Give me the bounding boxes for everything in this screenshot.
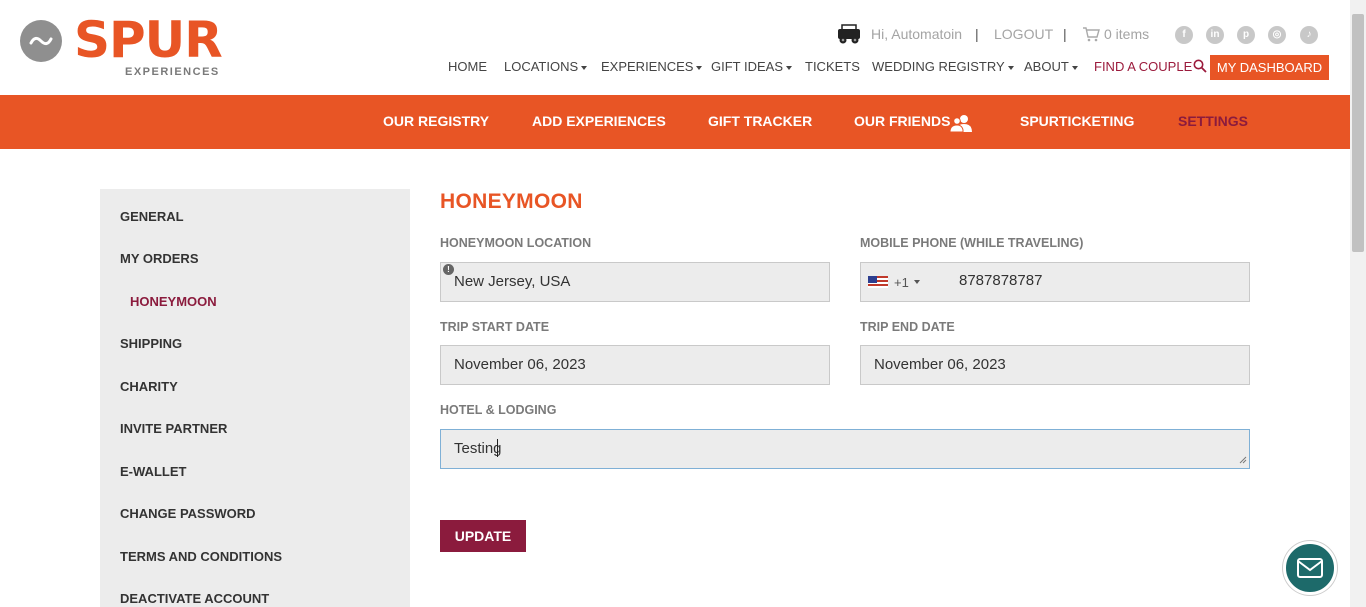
page-title: HONEYMOON: [440, 190, 583, 213]
pinterest-icon[interactable]: p: [1237, 26, 1255, 44]
nav-gift-ideas[interactable]: GIFT IDEAS: [711, 59, 792, 74]
chevron-down-icon: [696, 65, 703, 70]
nav-find-couple[interactable]: FIND A COUPLE: [1094, 59, 1192, 74]
sidebar-item-my-orders[interactable]: MY ORDERS: [120, 251, 199, 266]
nav-about-label: ABOUT: [1024, 59, 1069, 74]
chevron-down-icon: [1007, 65, 1014, 70]
jeep-avatar-icon: [838, 24, 860, 44]
sidebar-item-shipping[interactable]: SHIPPING: [120, 336, 182, 351]
registry-subnav: OUR REGISTRY ADD EXPERIENCES GIFT TRACKE…: [0, 95, 1350, 149]
logout-link[interactable]: LOGOUT: [994, 26, 1053, 42]
cart-count[interactable]: 0 items: [1104, 26, 1149, 42]
sidebar-item-charity[interactable]: CHARITY: [120, 379, 178, 394]
sidebar-item-honeymoon[interactable]: HONEYMOON: [130, 294, 217, 309]
sidebar-item-e-wallet[interactable]: E-WALLET: [120, 464, 186, 479]
nav-experiences-label: EXPERIENCES: [601, 59, 694, 74]
spur-logo[interactable]: SPUR EXPERIENCES: [20, 11, 252, 80]
logo-tagline: EXPERIENCES: [125, 66, 220, 78]
resize-grip-icon[interactable]: [1239, 456, 1247, 464]
divider: |: [975, 26, 979, 42]
update-button[interactable]: UPDATE: [440, 520, 526, 552]
nav-locations[interactable]: LOCATIONS: [504, 59, 588, 74]
chevron-down-icon: [786, 65, 792, 70]
chevron-down-icon: [913, 280, 920, 284]
tab-settings[interactable]: SETTINGS: [1178, 113, 1248, 129]
chevron-down-icon: [1071, 65, 1078, 70]
facebook-icon[interactable]: f: [1175, 26, 1193, 44]
nav-gift-ideas-label: GIFT IDEAS: [711, 59, 783, 74]
nav-wedding-registry-label: WEDDING REGISTRY: [872, 59, 1005, 74]
phone-label: MOBILE PHONE (WHILE TRAVELING): [860, 236, 1084, 250]
settings-sidebar: GENERAL MY ORDERS HONEYMOON SHIPPING CHA…: [100, 189, 410, 607]
tiktok-icon[interactable]: ♪: [1300, 26, 1318, 44]
tab-our-registry[interactable]: OUR REGISTRY: [383, 113, 489, 129]
location-label: HONEYMOON LOCATION: [440, 236, 592, 250]
sidebar-item-invite-partner[interactable]: INVITE PARTNER: [120, 421, 227, 436]
start-date-label: TRIP START DATE: [440, 320, 550, 334]
my-dashboard-button[interactable]: MY DASHBOARD: [1210, 55, 1329, 80]
logo-wordmark: SPUR: [74, 11, 223, 69]
sidebar-item-terms[interactable]: TERMS AND CONDITIONS: [120, 549, 282, 564]
envelope-icon: [1297, 558, 1323, 578]
trip-end-date-input[interactable]: November 06, 2023: [860, 345, 1250, 385]
nav-experiences[interactable]: EXPERIENCES: [601, 59, 703, 74]
hotel-lodging-textarea[interactable]: Testing: [440, 429, 1250, 469]
instagram-icon[interactable]: ◎: [1268, 26, 1286, 44]
chat-button[interactable]: [1283, 541, 1337, 595]
tab-our-friends[interactable]: OUR FRIENDS: [854, 113, 950, 129]
us-flag-icon: [868, 276, 888, 288]
nav-home[interactable]: HOME: [448, 59, 487, 74]
search-icon[interactable]: [1193, 59, 1207, 73]
linkedin-icon[interactable]: in: [1206, 26, 1224, 44]
end-date-label: TRIP END DATE: [860, 320, 955, 334]
trip-start-date-input[interactable]: November 06, 2023: [440, 345, 830, 385]
divider: |: [1063, 26, 1067, 42]
phone-number-value: 8787878787: [959, 272, 1043, 289]
cart-icon[interactable]: [1082, 26, 1100, 42]
chevron-down-icon: [581, 65, 588, 70]
logo-mark-icon: [20, 20, 62, 62]
sidebar-item-change-password[interactable]: CHANGE PASSWORD: [120, 506, 256, 521]
honeymoon-location-input[interactable]: New Jersey, USA: [440, 262, 830, 302]
nav-tickets[interactable]: TICKETS: [805, 59, 860, 74]
nav-wedding-registry[interactable]: WEDDING REGISTRY: [872, 59, 1014, 74]
sidebar-item-deactivate[interactable]: DEACTIVATE ACCOUNT: [120, 591, 269, 606]
text-cursor: [497, 439, 498, 457]
nav-about[interactable]: ABOUT: [1024, 59, 1078, 74]
info-icon[interactable]: !: [443, 264, 454, 275]
tab-spurticketing[interactable]: SPURTICKETING: [1020, 113, 1134, 129]
country-code: +1: [894, 274, 909, 290]
site-header: SPUR EXPERIENCES Hi, Automatoin | LOGOUT…: [0, 0, 1350, 95]
hotel-label: HOTEL & LODGING: [440, 403, 557, 417]
page: SPUR EXPERIENCES Hi, Automatoin | LOGOUT…: [0, 0, 1366, 607]
nav-locations-label: LOCATIONS: [504, 59, 579, 74]
friends-icon: [950, 115, 972, 132]
user-greeting[interactable]: Hi, Automatoin: [871, 26, 962, 42]
tab-add-experiences[interactable]: ADD EXPERIENCES: [532, 113, 666, 129]
tab-gift-tracker[interactable]: GIFT TRACKER: [708, 113, 812, 129]
country-code-select[interactable]: +1: [868, 274, 920, 290]
sidebar-item-general[interactable]: GENERAL: [120, 209, 184, 224]
scrollbar-thumb[interactable]: [1352, 14, 1364, 252]
